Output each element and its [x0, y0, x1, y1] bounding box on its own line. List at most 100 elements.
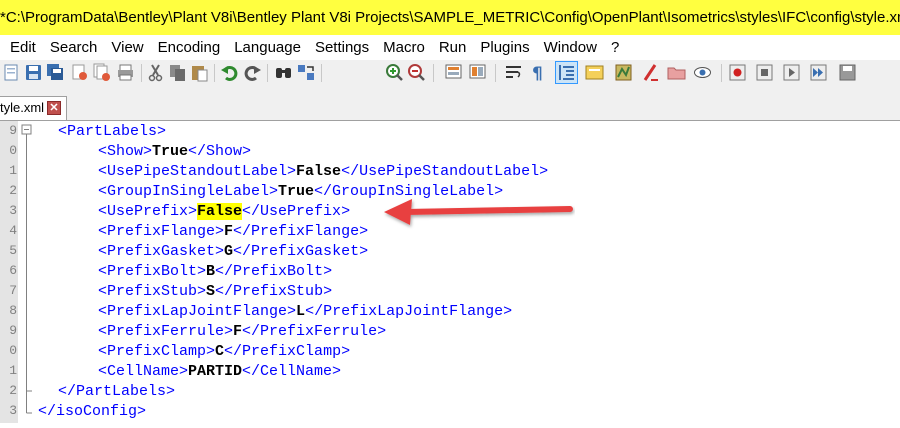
- save-icon[interactable]: [24, 63, 43, 82]
- new-file-icon[interactable]: [2, 63, 21, 82]
- paste-icon[interactable]: [190, 63, 209, 82]
- folder-workspace-icon[interactable]: [667, 63, 686, 82]
- word-wrap-icon[interactable]: [504, 63, 523, 82]
- xml-tag: </UsePrefix>: [242, 203, 351, 220]
- sync-vertical-icon[interactable]: [445, 63, 464, 82]
- fold-margin: [18, 121, 36, 423]
- menu-settings[interactable]: Settings: [308, 35, 376, 60]
- xml-tag: <PrefixStub>: [98, 283, 207, 300]
- menu-language[interactable]: Language: [227, 35, 308, 60]
- xml-tag: </PartLabels>: [58, 383, 176, 400]
- xml-tag: </PrefixBolt>: [215, 263, 333, 280]
- xml-tag: <Show>: [98, 143, 153, 160]
- code-line-partlabels-close: </PartLabels>: [58, 382, 175, 402]
- line-number: 3: [9, 403, 17, 418]
- xml-value: F: [224, 223, 234, 240]
- svg-text:¶: ¶: [532, 64, 543, 82]
- xml-value: F: [233, 323, 243, 340]
- xml-value: G: [224, 243, 234, 260]
- menu-macro[interactable]: Macro: [376, 35, 432, 60]
- xml-tag: </PrefixGasket>: [233, 243, 369, 260]
- xml-tag: </isoConfig>: [38, 403, 147, 420]
- menu-bar: Edit Search View Encoding Language Setti…: [0, 35, 900, 60]
- line-number: 0: [9, 143, 17, 158]
- indent-guide-icon[interactable]: [557, 63, 576, 82]
- record-macro-icon[interactable]: [728, 63, 747, 82]
- toolbar-separator: [141, 64, 142, 82]
- user-language-icon[interactable]: [585, 63, 604, 82]
- menu-view[interactable]: View: [104, 35, 150, 60]
- zoom-out-icon[interactable]: [407, 63, 426, 82]
- code-line-prefixbolt: <PrefixBolt>B</PrefixBolt>: [98, 262, 332, 282]
- menu-search[interactable]: Search: [43, 35, 105, 60]
- save-macro-icon[interactable]: [838, 63, 857, 82]
- xml-tag: </PrefixClamp>: [224, 343, 351, 360]
- play-macro-icon[interactable]: [782, 63, 801, 82]
- toolbar: ¶: [0, 60, 900, 86]
- code-line-isoconfig-close: </isoConfig>: [38, 402, 146, 422]
- xml-tag: <UsePrefix>: [98, 203, 198, 220]
- run-macro-multiple-icon[interactable]: [809, 63, 828, 82]
- cut-icon[interactable]: [146, 63, 165, 82]
- tab-style-xml[interactable]: tyle.xml ✕: [0, 96, 67, 120]
- show-all-chars-icon[interactable]: ¶: [528, 63, 547, 82]
- line-number: 1: [9, 363, 17, 378]
- monitoring-icon[interactable]: [693, 63, 712, 82]
- tab-strip: tyle.xml ✕: [0, 86, 900, 121]
- xml-value: True: [152, 143, 189, 160]
- highlighted-value: False: [197, 203, 243, 220]
- code-line-prefixstub: <PrefixStub>S</PrefixStub>: [98, 282, 332, 302]
- xml-tag: </PrefixFerrule>: [242, 323, 387, 340]
- toolbar-separator: [267, 64, 268, 82]
- line-number: 4: [9, 223, 17, 238]
- xml-tag: <GroupInSingleLabel>: [98, 183, 279, 200]
- menu-help[interactable]: ?: [604, 35, 626, 60]
- close-icon[interactable]: [70, 63, 89, 82]
- line-number: 7: [9, 283, 17, 298]
- sync-horizontal-icon[interactable]: [469, 63, 488, 82]
- code-line-show: <Show>True</Show>: [98, 142, 251, 162]
- code-editor[interactable]: 9 0 1 2 3 4 5 6 7 8 9 0 1 2 3 <PartLabel…: [0, 121, 900, 423]
- line-number: 9: [9, 123, 17, 138]
- xml-value: False: [296, 163, 342, 180]
- function-list-icon[interactable]: [641, 63, 660, 82]
- tab-label: tyle.xml: [0, 100, 45, 115]
- code-line-prefixflange: <PrefixFlange>F</PrefixFlange>: [98, 222, 368, 242]
- menu-window[interactable]: Window: [537, 35, 604, 60]
- xml-tag: </CellName>: [242, 363, 342, 380]
- menu-run[interactable]: Run: [432, 35, 474, 60]
- line-number: 0: [9, 343, 17, 358]
- close-all-icon[interactable]: [92, 63, 111, 82]
- menu-encoding[interactable]: Encoding: [151, 35, 228, 60]
- xml-value: True: [278, 183, 315, 200]
- xml-tag: <PrefixFlange>: [98, 223, 225, 240]
- xml-tag: <UsePipeStandoutLabel>: [98, 163, 297, 180]
- toolbar-separator: [321, 64, 322, 82]
- line-number: 8: [9, 303, 17, 318]
- code-line-cellname: <CellName>PARTID</CellName>: [98, 362, 341, 382]
- window-title: *C:\ProgramData\Bentley\Plant V8i\Bentle…: [0, 0, 900, 35]
- print-icon[interactable]: [116, 63, 135, 82]
- replace-icon[interactable]: [297, 63, 316, 82]
- copy-icon[interactable]: [168, 63, 187, 82]
- undo-icon[interactable]: [220, 63, 239, 82]
- xml-tag: <PartLabels>: [58, 123, 167, 140]
- tab-close-button[interactable]: ✕: [47, 101, 61, 115]
- fold-tree: [21, 124, 32, 414]
- doc-map-icon[interactable]: [614, 63, 633, 82]
- save-all-icon[interactable]: [46, 63, 65, 82]
- toolbar-separator: [214, 64, 215, 82]
- line-number: 3: [9, 203, 17, 218]
- xml-tag: <PrefixClamp>: [98, 343, 216, 360]
- menu-plugins[interactable]: Plugins: [473, 35, 536, 60]
- xml-tag: <PrefixGasket>: [98, 243, 225, 260]
- xml-tag: </PrefixLapJointFlange>: [305, 303, 513, 320]
- menu-edit[interactable]: Edit: [0, 35, 43, 60]
- redo-icon[interactable]: [243, 63, 262, 82]
- zoom-in-icon[interactable]: [385, 63, 404, 82]
- red-arrow-annotation: [384, 199, 573, 225]
- find-icon[interactable]: [274, 63, 293, 82]
- xml-value: L: [296, 303, 306, 320]
- stop-record-icon[interactable]: [755, 63, 774, 82]
- xml-value: PARTID: [188, 363, 243, 380]
